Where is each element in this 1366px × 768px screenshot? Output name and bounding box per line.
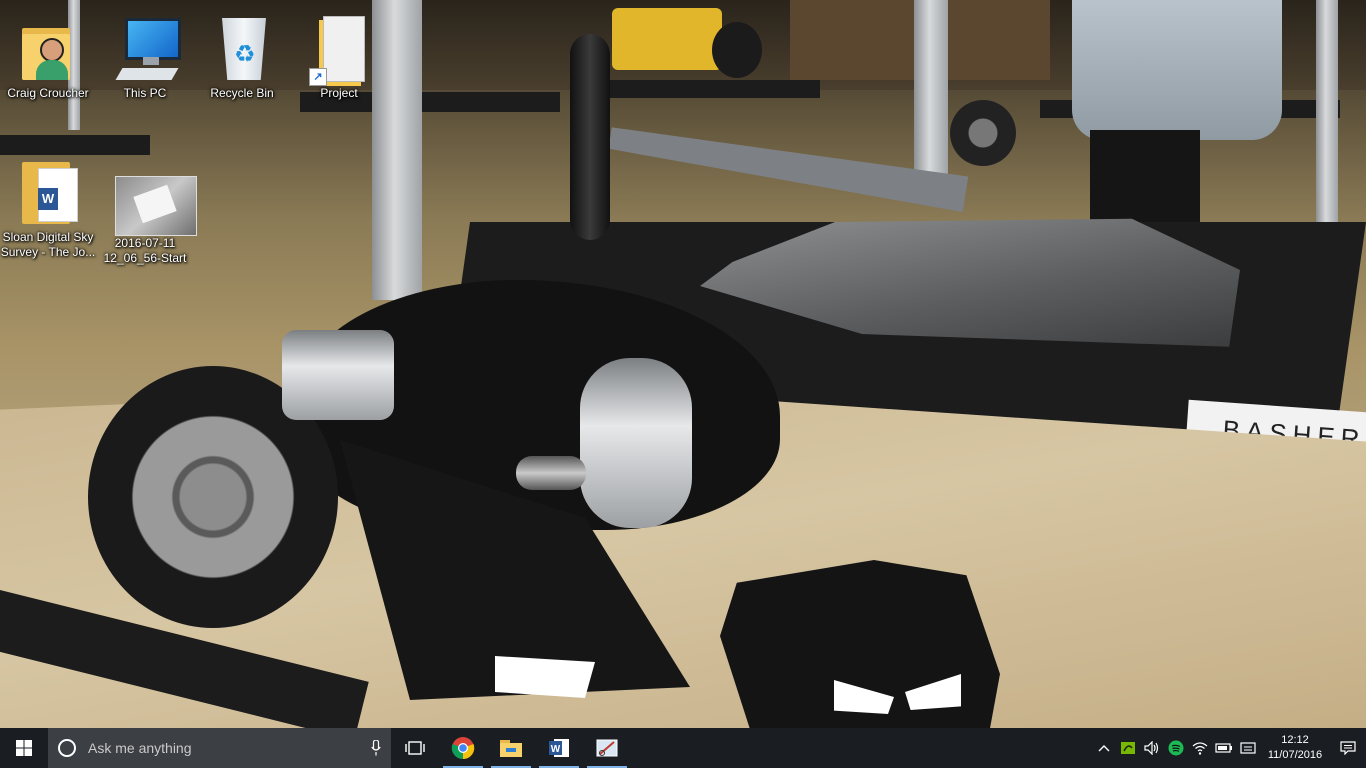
keyboard-icon bbox=[1240, 742, 1256, 754]
word-icon: W bbox=[549, 739, 569, 757]
chevron-up-icon bbox=[1098, 745, 1110, 752]
network-button[interactable] bbox=[1188, 728, 1212, 768]
recycle-bin-icon: ♻ bbox=[212, 14, 272, 86]
search-placeholder: Ask me anything bbox=[88, 740, 192, 756]
task-view-icon bbox=[405, 741, 425, 755]
wallpaper-digger-wheel bbox=[712, 22, 762, 78]
system-tray: 12:12 11/07/2016 bbox=[1092, 728, 1366, 768]
wallpaper-yellow-digger bbox=[612, 8, 722, 70]
desktop-icon-word-document[interactable]: W Sloan Digital Sky Survey - The Jo... bbox=[1, 158, 95, 260]
desktop-icon-label: 2016-07-11 12_06_56-Start bbox=[103, 236, 187, 265]
chrome-icon bbox=[451, 737, 475, 760]
wallpaper-motor bbox=[282, 330, 394, 420]
cortana-search-box[interactable]: Ask me anything bbox=[48, 728, 391, 768]
wallpaper-axle bbox=[516, 456, 586, 490]
desktop-icon-label: This PC bbox=[123, 86, 167, 100]
desktop-icon-label: Project bbox=[320, 86, 358, 100]
speaker-icon bbox=[1144, 741, 1159, 755]
clock-date: 11/07/2016 bbox=[1267, 749, 1323, 761]
word-document-icon: W bbox=[18, 158, 78, 230]
wallpaper-person-legs bbox=[1090, 130, 1200, 230]
battery-button[interactable] bbox=[1212, 728, 1236, 768]
taskbar-word-button[interactable]: W bbox=[535, 728, 583, 768]
wifi-icon bbox=[1192, 742, 1208, 755]
file-explorer-icon bbox=[500, 740, 522, 757]
wallpaper-motor bbox=[580, 358, 692, 528]
desktop-icon-user-folder[interactable]: Craig Croucher bbox=[6, 14, 90, 101]
cortana-icon bbox=[58, 739, 76, 757]
image-thumbnail-icon bbox=[115, 172, 197, 236]
desktop-icon-recycle-bin[interactable]: ♻ Recycle Bin bbox=[200, 14, 284, 101]
clock-time: 12:12 bbox=[1281, 734, 1309, 746]
windows-logo-icon bbox=[16, 740, 32, 756]
nvidia-icon bbox=[1121, 742, 1135, 754]
shortcut-arrow-icon: ↗ bbox=[309, 68, 327, 86]
wallpaper-black-post bbox=[570, 34, 610, 240]
taskbar: Ask me anything W 12:12 11/07/2016 bbox=[0, 728, 1366, 768]
task-view-button[interactable] bbox=[391, 728, 439, 768]
svg-text:W: W bbox=[551, 744, 561, 755]
tray-app-icon[interactable] bbox=[1116, 728, 1140, 768]
desktop-icon-this-pc[interactable]: This PC bbox=[103, 14, 187, 101]
action-center-button[interactable] bbox=[1330, 728, 1366, 768]
desktop-icon-label: Sloan Digital Sky Survey - The Jo... bbox=[0, 230, 96, 259]
spotify-icon bbox=[1168, 740, 1184, 756]
wallpaper-person-torso bbox=[1072, 0, 1282, 140]
file-shortcut-icon: ↗ bbox=[309, 14, 369, 86]
battery-charging-icon bbox=[1215, 743, 1232, 753]
taskbar-clock[interactable]: 12:12 11/07/2016 bbox=[1260, 733, 1330, 763]
desktop-icon-label: Recycle Bin bbox=[210, 86, 274, 100]
taskbar-chrome-button[interactable] bbox=[439, 728, 487, 768]
user-folder-icon bbox=[18, 14, 78, 86]
snipping-tool-icon bbox=[596, 739, 618, 757]
computer-icon bbox=[115, 14, 181, 86]
show-hidden-icons-button[interactable] bbox=[1092, 728, 1116, 768]
wallpaper-robot-gear bbox=[950, 100, 1016, 166]
desktop-wallpaper: BASHER bbox=[0, 0, 1366, 728]
microphone-icon[interactable] bbox=[361, 740, 391, 756]
taskbar-file-explorer-button[interactable] bbox=[487, 728, 535, 768]
wallpaper-bg-table bbox=[0, 135, 150, 155]
notifications-icon bbox=[1340, 741, 1356, 755]
spotify-tray-button[interactable] bbox=[1164, 728, 1188, 768]
desktop-icon-label: Craig Croucher bbox=[7, 86, 89, 100]
taskbar-snipping-tool-button[interactable] bbox=[583, 728, 631, 768]
desktop-icon-project[interactable]: ↗ Project bbox=[297, 14, 381, 101]
wallpaper-bg-table bbox=[600, 80, 820, 98]
input-indicator-button[interactable] bbox=[1236, 728, 1260, 768]
volume-button[interactable] bbox=[1140, 728, 1164, 768]
start-button[interactable] bbox=[0, 728, 48, 768]
desktop-icon-screenshot-file[interactable]: 2016-07-11 12_06_56-Start bbox=[103, 172, 197, 266]
